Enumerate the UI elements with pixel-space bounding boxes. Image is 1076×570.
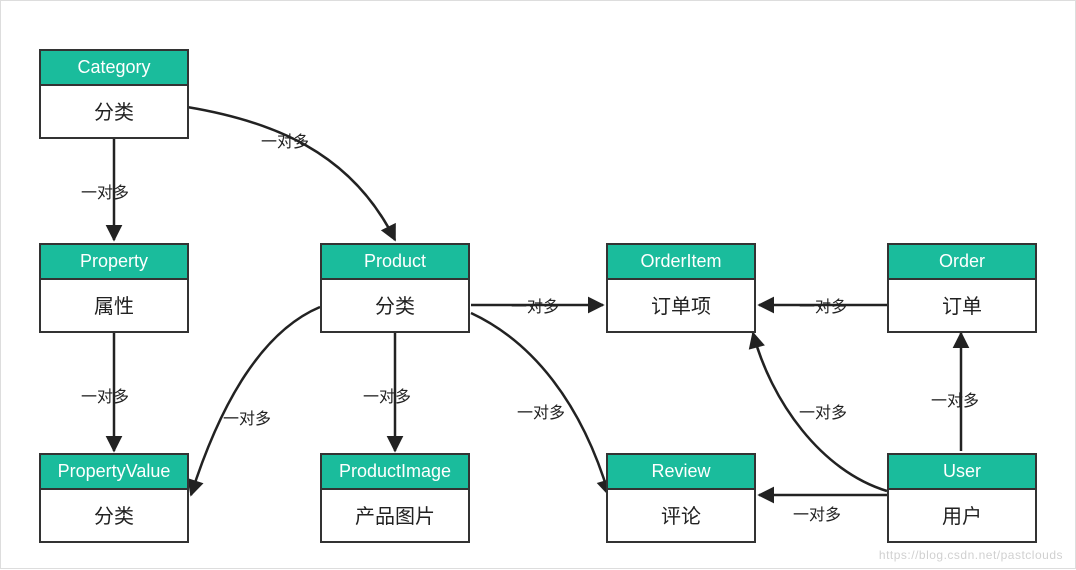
entity-category: Category 分类 xyxy=(39,49,189,139)
edge-label-user-order: 一对多 xyxy=(931,387,979,411)
entity-user: User 用户 xyxy=(887,453,1037,543)
edge-label-user-rev: 一对多 xyxy=(793,501,841,525)
entity-label: 产品图片 xyxy=(322,490,468,541)
edge-label-prop-pv: 一对多 xyxy=(81,383,129,407)
entity-label: 分类 xyxy=(41,86,187,137)
entity-order: Order 订单 xyxy=(887,243,1037,333)
edge-label-prod-rev: 一对多 xyxy=(517,399,565,423)
entity-title: Property xyxy=(41,245,187,280)
edge-label-prod-pi: 一对多 xyxy=(363,383,411,407)
entity-productimage: ProductImage 产品图片 xyxy=(320,453,470,543)
entity-title: Product xyxy=(322,245,468,280)
edge-label-cat-prod: 一对多 xyxy=(261,128,309,152)
entity-label: 属性 xyxy=(41,280,187,331)
entity-propertyvalue: PropertyValue 分类 xyxy=(39,453,189,543)
edge-label-order-oi: 一对多 xyxy=(799,293,847,317)
edge-label-user-oi: 一对多 xyxy=(799,399,847,423)
entity-title: ProductImage xyxy=(322,455,468,490)
entity-title: PropertyValue xyxy=(41,455,187,490)
entity-title: Category xyxy=(41,51,187,86)
entity-property: Property 属性 xyxy=(39,243,189,333)
entity-title: User xyxy=(889,455,1035,490)
entity-label: 评论 xyxy=(608,490,754,541)
entity-label: 分类 xyxy=(322,280,468,331)
edge-label-cat-prop: 一对多 xyxy=(81,179,129,203)
entity-orderitem: OrderItem 订单项 xyxy=(606,243,756,333)
entity-label: 用户 xyxy=(889,490,1035,541)
er-diagram: Category 分类 Property 属性 Product 分类 Order… xyxy=(0,0,1076,569)
entity-title: OrderItem xyxy=(608,245,754,280)
edge-label-prod-oi: 一对多 xyxy=(511,293,559,317)
entity-label: 订单 xyxy=(889,280,1035,331)
entity-product: Product 分类 xyxy=(320,243,470,333)
watermark: https://blog.csdn.net/pastclouds xyxy=(879,548,1063,562)
edge-label-prod-pv: 一对多 xyxy=(223,405,271,429)
entity-review: Review 评论 xyxy=(606,453,756,543)
entity-title: Review xyxy=(608,455,754,490)
entity-label: 订单项 xyxy=(608,280,754,331)
entity-label: 分类 xyxy=(41,490,187,541)
entity-title: Order xyxy=(889,245,1035,280)
